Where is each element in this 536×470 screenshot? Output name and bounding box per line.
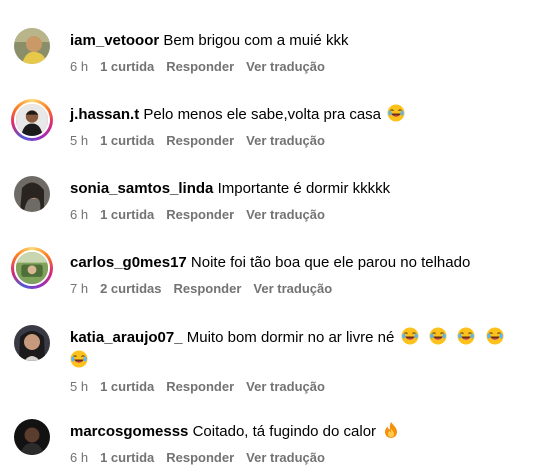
user-photo (14, 325, 50, 361)
reply-button[interactable]: Responder (174, 280, 242, 298)
translate-button[interactable]: Ver tradução (253, 280, 332, 298)
reply-button[interactable]: Responder (166, 58, 234, 76)
avatar[interactable] (11, 247, 53, 289)
translate-button[interactable]: Ver tradução (246, 449, 325, 467)
comment-meta: 5 h 1 curtida Responder Ver tradução (70, 378, 516, 396)
comment-body: Noite foi tão boa que ele parou no telha… (190, 254, 471, 271)
likes-count-button[interactable]: 1 curtida (100, 449, 154, 467)
laughing-emoji (401, 327, 419, 345)
comment-meta: 5 h 1 curtida Responder Ver tradução (70, 132, 516, 150)
likes-count-button[interactable]: 1 curtida (100, 206, 154, 224)
likes-count-button[interactable]: 1 curtida (100, 132, 154, 150)
user-photo (14, 176, 50, 212)
comment-text: iam_vetooor Bem brigou com a muié kkk (70, 29, 516, 52)
comment-text: katia_araujo07_ Muito bom dormir no ar l… (70, 326, 516, 372)
comment-body: Importante é dormir kkkkk (217, 180, 391, 197)
comment-time[interactable]: 7 h (70, 280, 88, 298)
laughing-emoji (429, 327, 447, 345)
comment-text: marcosgomesss Coitado, tá fugindo do cal… (70, 420, 516, 443)
reply-button[interactable]: Responder (166, 132, 234, 150)
comment-body: Coitado, tá fugindo do calor (192, 423, 377, 440)
comment-time[interactable]: 6 h (70, 206, 88, 224)
comment-text: j.hassan.t Pelo menos ele sabe,volta pra… (70, 103, 516, 126)
comment-meta: 6 h 1 curtida Responder Ver tradução (70, 449, 516, 467)
likes-count-button[interactable]: 1 curtida (100, 378, 154, 396)
fire-emoji (382, 421, 400, 439)
comment-text: carlos_g0mes17 Noite foi tão boa que ele… (70, 251, 516, 274)
comment-text: sonia_samtos_linda Importante é dormir k… (70, 177, 516, 200)
comment-body: Bem brigou com a muié kkk (163, 32, 349, 49)
comment-username[interactable]: iam_vetooor (70, 32, 159, 49)
likes-count-button[interactable]: 1 curtida (100, 58, 154, 76)
translate-button[interactable]: Ver tradução (246, 132, 325, 150)
user-photo (14, 102, 50, 138)
comment-time[interactable]: 6 h (70, 449, 88, 467)
user-photo (14, 250, 50, 286)
comment-time[interactable]: 5 h (70, 132, 88, 150)
avatar[interactable] (14, 176, 50, 212)
likes-count-button[interactable]: 2 curtidas (100, 280, 161, 298)
translate-button[interactable]: Ver tradução (246, 58, 325, 76)
comment-meta: 6 h 1 curtida Responder Ver tradução (70, 58, 516, 76)
comment-time[interactable]: 5 h (70, 378, 88, 396)
reply-button[interactable]: Responder (166, 206, 234, 224)
laughing-emoji (457, 327, 475, 345)
user-photo (14, 419, 50, 455)
translate-button[interactable]: Ver tradução (246, 206, 325, 224)
avatar[interactable] (14, 28, 50, 64)
laughing-emoji (70, 350, 88, 368)
avatar[interactable] (14, 419, 50, 455)
user-photo (14, 28, 50, 64)
comment-time[interactable]: 6 h (70, 58, 88, 76)
comment-username[interactable]: marcosgomesss (70, 423, 188, 440)
avatar[interactable] (14, 325, 50, 361)
comment-username[interactable]: carlos_g0mes17 (70, 254, 187, 271)
avatar[interactable] (11, 99, 53, 141)
comment-meta: 7 h 2 curtidas Responder Ver tradução (70, 280, 516, 298)
reply-button[interactable]: Responder (166, 378, 234, 396)
reply-button[interactable]: Responder (166, 449, 234, 467)
comment-username[interactable]: sonia_samtos_linda (70, 180, 213, 197)
comment-username[interactable]: j.hassan.t (70, 106, 139, 123)
comment-meta: 6 h 1 curtida Responder Ver tradução (70, 206, 516, 224)
laughing-emoji (486, 327, 504, 345)
comment-body: Pelo menos ele sabe,volta pra casa (143, 106, 382, 123)
comment-username[interactable]: katia_araujo07_ (70, 329, 183, 346)
translate-button[interactable]: Ver tradução (246, 378, 325, 396)
comment-body: Muito bom dormir no ar livre né (186, 329, 395, 346)
laughing-emoji (387, 104, 405, 122)
